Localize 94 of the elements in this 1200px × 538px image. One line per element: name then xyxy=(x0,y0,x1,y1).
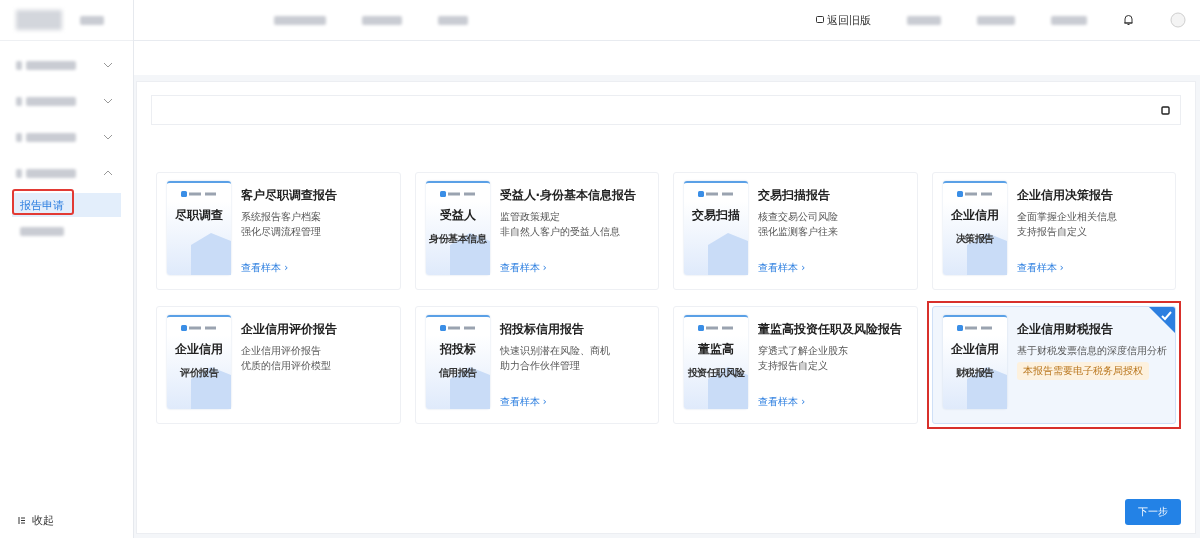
report-title: 招投标信用报告 xyxy=(499,321,585,338)
report-title: 受益人·身份基本信息报告 xyxy=(499,187,638,204)
chevron-down-icon[interactable] xyxy=(103,62,113,68)
view-sample-link[interactable]: 查看样本 › xyxy=(499,395,547,409)
cover-logo-icon xyxy=(956,325,993,331)
report-description: 基于财税发票信息的深度信用分析 xyxy=(1016,344,1167,358)
cover-title: 受益人 xyxy=(439,207,476,224)
report-card[interactable]: 尽职调查 客户尽职调查报告 系统报告客户档案 强化尽调流程管理 查看样本 › xyxy=(156,172,401,290)
report-title: 企业信用决策报告 xyxy=(1016,187,1114,204)
cover-title: 财税报告 xyxy=(955,366,994,380)
report-card[interactable]: 企业信用 评价报告 企业信用评价报告 企业信用评价报告 优质的信用评价模型 xyxy=(156,306,401,424)
avatar-icon[interactable] xyxy=(1170,12,1186,28)
cover-logo-icon xyxy=(698,325,734,331)
monitor-icon[interactable] xyxy=(816,16,824,24)
view-sample-link[interactable]: 查看样本 › xyxy=(758,261,806,275)
cover-title: 身份基本信息 xyxy=(429,232,486,246)
cover-title: 决策报告 xyxy=(955,232,994,246)
report-description: 企业信用评价报告 xyxy=(241,344,322,358)
report-description: 支持报告自定义 xyxy=(1016,225,1088,239)
view-sample-link[interactable]: 查看样本 › xyxy=(1016,261,1064,275)
report-description: 系统报告客户档案 xyxy=(241,210,322,224)
report-title: 企业信用评价报告 xyxy=(241,321,338,338)
cover-title: 董监高 xyxy=(698,341,734,358)
collapse-link[interactable]: 收起 xyxy=(32,513,54,528)
cover-title: 企业信用 xyxy=(950,341,999,358)
blurred-label xyxy=(26,96,76,106)
menu-group[interactable] xyxy=(16,60,76,70)
chevron-down-icon[interactable] xyxy=(103,98,113,104)
report-title: 企业信用财税报告 xyxy=(1016,321,1114,338)
report-description: 支持报告自定义 xyxy=(758,359,829,373)
square-icon[interactable] xyxy=(1161,105,1170,115)
blurred-label xyxy=(16,60,22,70)
bell-icon[interactable] xyxy=(1123,14,1134,26)
blurred-label xyxy=(438,15,468,25)
report-description: 全面掌握企业相关信息 xyxy=(1016,210,1118,224)
menu-group[interactable] xyxy=(16,132,76,142)
blurred-label xyxy=(20,226,64,236)
blurred-label xyxy=(274,15,326,25)
view-sample-link[interactable]: 查看样本 › xyxy=(758,395,806,409)
cover-logo-icon xyxy=(956,191,993,197)
menu-group[interactable] xyxy=(16,96,76,106)
chevron-down-icon[interactable] xyxy=(103,134,113,140)
blurred-label xyxy=(977,15,1015,25)
report-card[interactable]: 企业信用 财税报告 企业信用财税报告 基于财税发票信息的深度信用分析 本报告需要电子税务局授权 xyxy=(931,306,1176,424)
blurred-label xyxy=(1051,15,1087,25)
cover-logo-icon xyxy=(181,325,217,331)
blurred-label xyxy=(907,15,941,25)
blurred-label xyxy=(26,60,76,70)
next-button[interactable]: 下一步 xyxy=(1125,499,1181,525)
blurred-label xyxy=(362,15,402,25)
cover-title: 招投标 xyxy=(439,341,476,358)
report-description: 优质的信用评价模型 xyxy=(241,359,332,373)
report-description: 快速识别潜在风险、商机 xyxy=(499,344,611,358)
report-card[interactable]: 受益人 身份基本信息 受益人·身份基本信息报告 监管政策规定 非自然人客户的受益人信息 查看样本 › xyxy=(414,172,659,290)
view-sample-link[interactable]: 查看样本 › xyxy=(499,261,547,275)
report-description: 核查交易公司风险 xyxy=(758,210,839,224)
blurred-label xyxy=(16,168,22,178)
menu-group[interactable] xyxy=(16,168,76,178)
cover-logo-icon xyxy=(698,191,734,197)
blurred-label xyxy=(16,96,22,106)
switch-version-link[interactable]: 返回旧版 xyxy=(827,12,871,28)
report-description: 助力合作伙伴管理 xyxy=(499,359,581,373)
cover-logo-icon xyxy=(439,325,476,331)
chevron-up-icon[interactable] xyxy=(103,170,113,176)
blurred-label xyxy=(26,168,76,178)
blurred-label xyxy=(26,132,76,142)
blurred-label xyxy=(80,15,104,25)
cover-title: 交易扫描 xyxy=(692,207,740,224)
cover-title: 信用报告 xyxy=(438,366,477,380)
cover-logo-icon xyxy=(439,191,476,197)
report-description: 穿透式了解企业股东 xyxy=(758,344,849,358)
report-card[interactable]: 交易扫描 交易扫描报告 核查交易公司风险 强化监测客户往来 查看样本 › xyxy=(673,172,918,290)
cover-title: 尽职调查 xyxy=(175,207,223,224)
report-title: 董监高投资任职及风险报告 xyxy=(758,321,903,338)
cover-title: 投资任职风险 xyxy=(687,366,745,380)
report-description: 监管政策规定 xyxy=(499,210,561,224)
report-title: 客户尽职调查报告 xyxy=(241,187,338,204)
authorization-notice: 本报告需要电子税务局授权 xyxy=(1016,362,1149,380)
view-sample-link[interactable]: 查看样本 › xyxy=(241,261,289,275)
cover-title: 评价报告 xyxy=(180,366,218,380)
report-description: 强化监测客户往来 xyxy=(758,225,839,239)
cover-logo-icon xyxy=(181,191,217,197)
report-card[interactable]: 招投标 信用报告 招投标信用报告 快速识别潜在风险、商机 助力合作伙伴管理 查看样本 › xyxy=(414,306,659,424)
report-card[interactable]: 企业信用 决策报告 企业信用决策报告 全面掌握企业相关信息 支持报告自定义 查看样本 › xyxy=(931,172,1176,290)
report-card[interactable]: 董监高 投资任职风险 董监高投资任职及风险报告 穿透式了解企业股东 支持报告自定义 查看样本 › xyxy=(673,306,918,424)
cover-title: 企业信用 xyxy=(175,341,223,358)
report-description: 非自然人客户的受益人信息 xyxy=(499,225,621,239)
cover-title: 企业信用 xyxy=(950,207,999,224)
report-description: 强化尽调流程管理 xyxy=(241,225,322,239)
collapse-icon[interactable] xyxy=(18,516,26,525)
blurred-label xyxy=(16,132,22,142)
search-field[interactable] xyxy=(151,95,1181,125)
checkmark-corner-icon xyxy=(1149,307,1175,333)
report-title: 交易扫描报告 xyxy=(758,187,831,204)
